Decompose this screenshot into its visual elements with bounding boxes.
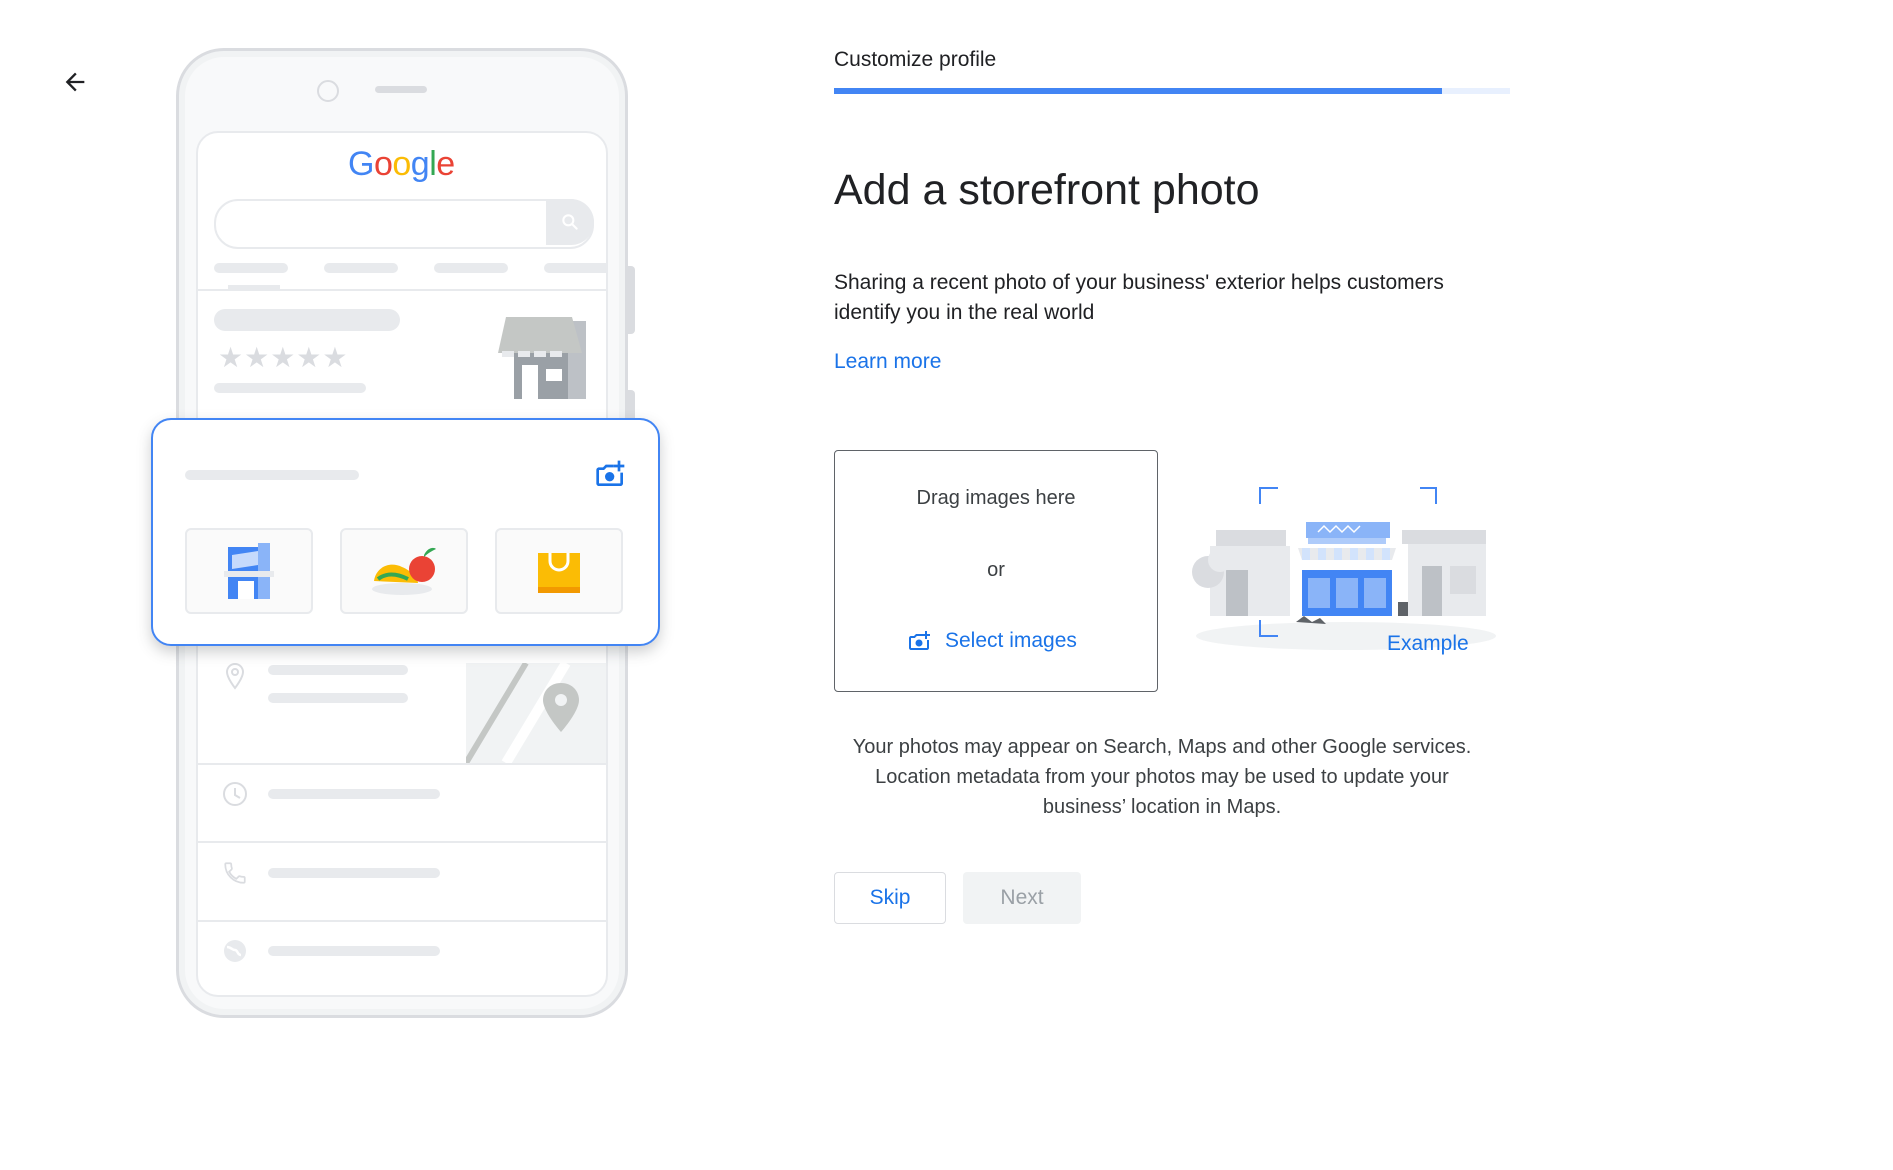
search-icon [546,199,594,245]
clock-icon [220,779,250,809]
placeholder-line [214,383,366,393]
divider [198,289,606,291]
google-logo: Google [348,145,455,183]
food-icon [372,547,436,595]
divider [198,920,606,922]
skip-button[interactable]: Skip [834,872,946,924]
photo-tile [495,528,623,614]
image-dropzone[interactable]: Drag images here or Select images [834,450,1158,692]
camera-add-icon [596,460,625,486]
placeholder-tab [544,263,606,273]
drag-text: Drag images here [916,487,1076,509]
divider [198,763,606,765]
storefront-icon [224,543,274,599]
select-images-button[interactable]: Select images [907,629,1077,653]
placeholder-tab [434,263,508,273]
step-label: Customize profile [834,48,997,71]
shopping-bag-icon [538,553,580,593]
photo-card [151,418,660,646]
phone-icon [220,858,250,888]
map-thumbnail [466,663,606,763]
progress-bar [834,88,1510,94]
progress-fill [834,88,1443,94]
phone-side-button [627,266,635,334]
placeholder-line [268,693,408,703]
globe-icon [220,936,250,966]
select-images-label: Select images [945,629,1077,652]
placeholder-business-name [214,309,400,331]
phone-speaker [375,86,427,93]
photo-notice: Your photos may appear on Search, Maps a… [852,736,1472,818]
rating-stars: ★★★★★ [218,342,349,373]
placeholder-tab [214,263,288,273]
storefront-icon [498,317,586,399]
photo-tile [185,528,313,614]
add-photo-icon [909,631,930,650]
page-title: Add a storefront photo [834,166,1260,214]
placeholder-tab [324,263,398,273]
placeholder-title [185,470,359,480]
learn-more-link[interactable]: Learn more [834,350,941,374]
example-link[interactable]: Example [1387,632,1469,656]
next-button[interactable]: Next [963,872,1081,924]
or-text: or [987,559,1005,581]
phone-camera [317,80,339,102]
search-bar [214,199,594,249]
phone-illustration: Google ★★★★★ [0,0,700,1040]
description: Sharing a recent photo of your business'… [834,271,1444,324]
photo-tile [340,528,468,614]
placeholder-line [268,789,440,799]
placeholder-line [268,946,440,956]
divider [198,841,606,843]
location-pin-icon [220,661,250,691]
placeholder-line [268,868,440,878]
placeholder-line [268,665,408,675]
